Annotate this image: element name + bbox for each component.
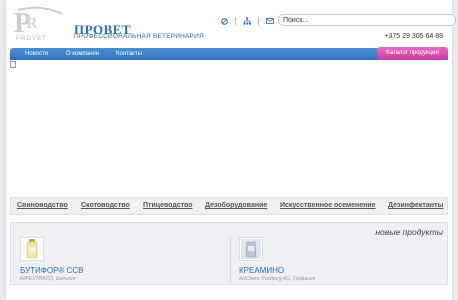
mail-icon[interactable] [265,16,275,26]
search-field[interactable] [278,14,456,26]
nav-item-news[interactable]: Новости [25,48,48,60]
product-image[interactable] [239,237,263,261]
product-card[interactable]: БУТИФОР® ССВ IMPEXTRACO, Бельгия [20,237,220,283]
header-icons [219,16,275,26]
category-disinfectants[interactable]: Дезинфектанты [388,198,443,214]
brand-subtitle: ПРОФЕССИОНАЛЬНАЯ ВЕТЕРИНАРИЯ [74,33,204,40]
product-maker: IMPEXTRACO, Бельгия [20,276,76,282]
svg-text:R: R [26,15,38,32]
product-card[interactable]: КРЕАМИНО AlzChem Trostberg AG, Германия [239,237,439,283]
separator [235,17,236,25]
catalog-button[interactable]: Каталог продукции [377,47,448,60]
phone-number: +375 29 305 64 88 [384,33,443,40]
product-name[interactable]: КРЕАМИНО [239,266,284,275]
broken-image-icon [10,61,16,68]
product-name[interactable]: БУТИФОР® ССВ [20,266,83,275]
product-maker: AlzChem Trostberg AG, Германия [239,276,316,282]
home-icon[interactable] [219,16,229,26]
search-input[interactable] [283,15,451,25]
separator [258,17,259,25]
logo-text: PROVET [16,36,47,42]
category-cattle-farming[interactable]: Скотоводство [81,198,130,214]
category-disinfection-equipment[interactable]: Дезоборудование [205,198,267,214]
product-image[interactable] [20,237,44,261]
category-poultry-farming[interactable]: Птицеводство [143,198,193,214]
divider [230,237,231,283]
new-products: новые продукты БУТИФОР® ССВ IMPEXTRACO, … [10,222,448,285]
page: P R PROVET ПРОВЕТ ПРОФЕССИОНАЛЬНАЯ ВЕТЕР… [6,0,456,300]
category-artificial-insemination[interactable]: Искусственное осеменение [280,198,376,214]
category-pig-farming[interactable]: Свиноводство [17,198,68,214]
category-bar: Свиноводство Скотоводство Птицеводство Д… [10,197,448,215]
nav-item-about[interactable]: О компании [66,48,99,60]
nav-item-contacts[interactable]: Контакты [116,48,142,60]
provet-logo[interactable]: P R PROVET [12,6,64,42]
sitemap-icon[interactable] [242,16,252,26]
new-products-title: новые продукты [375,227,443,237]
main-nav: Новости О компании Контакты Каталог прод… [10,47,448,60]
